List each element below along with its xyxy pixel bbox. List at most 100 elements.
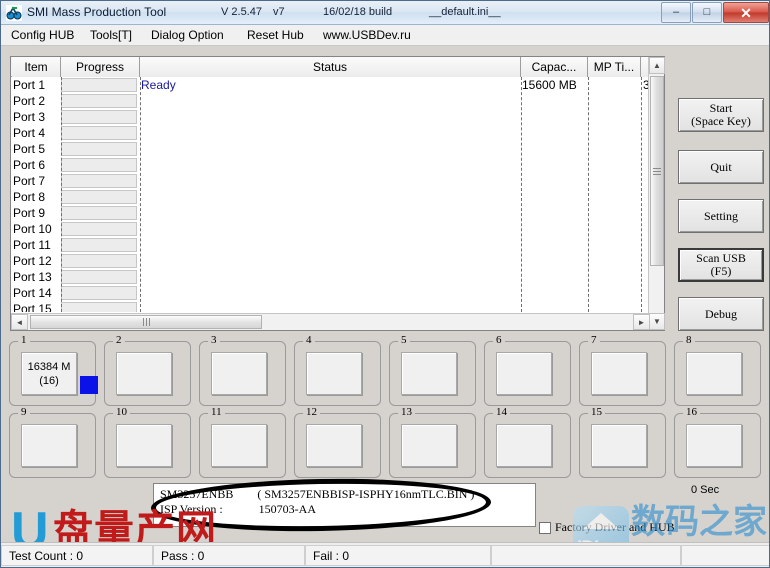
port-slot-4[interactable]: 4 bbox=[294, 341, 381, 406]
factory-driver-checkbox-row[interactable]: Factory Driver and HUB bbox=[539, 520, 675, 535]
close-button[interactable]: ✕ bbox=[723, 2, 769, 23]
cell-item: Port 1 bbox=[13, 77, 59, 93]
table-row[interactable]: Port 14 bbox=[11, 285, 650, 301]
table-row[interactable]: Port 11 bbox=[11, 237, 650, 253]
menu-item-config-hub[interactable]: Config HUB bbox=[9, 28, 76, 42]
minimize-button[interactable]: – bbox=[661, 2, 691, 23]
scroll-right-button[interactable]: ► bbox=[633, 314, 650, 330]
button-label-line2: (F5) bbox=[711, 265, 732, 278]
port-slot-panel bbox=[401, 352, 457, 395]
menu-item-reset-hub[interactable]: Reset Hub bbox=[245, 28, 306, 42]
minimize-icon: – bbox=[662, 3, 690, 22]
cell-progress-bar bbox=[61, 94, 137, 108]
table-row[interactable]: Port 3 bbox=[11, 109, 650, 125]
cell-capacity bbox=[522, 189, 584, 205]
port-slot-8[interactable]: 8 bbox=[674, 341, 761, 406]
port-count-line: (16) bbox=[39, 374, 59, 388]
vertical-scrollbar[interactable]: ▲ ▼ bbox=[648, 57, 664, 330]
port-slot-label: 6 bbox=[493, 334, 505, 346]
cell-capacity bbox=[522, 157, 584, 173]
cell-progress-bar bbox=[61, 126, 137, 140]
cell-capacity bbox=[522, 269, 584, 285]
table-row[interactable]: Port 12 bbox=[11, 253, 650, 269]
port-slot-1[interactable]: 116384 M(16) bbox=[9, 341, 96, 406]
port-slot-panel bbox=[306, 352, 362, 395]
debug-button[interactable]: Debug bbox=[678, 297, 764, 331]
table-row[interactable]: Port 1Ready15600 MB32 bbox=[11, 77, 650, 93]
port-slot-12[interactable]: 12 bbox=[294, 413, 381, 478]
status-panel-1: Pass : 0 bbox=[153, 545, 305, 566]
port-slot-label: 4 bbox=[303, 334, 315, 346]
table-row[interactable]: Port 9 bbox=[11, 205, 650, 221]
port-slot-16[interactable]: 16 bbox=[674, 413, 761, 478]
grip-icon bbox=[143, 318, 150, 326]
column-header-item[interactable]: Item bbox=[12, 57, 61, 77]
table-row[interactable]: Port 4 bbox=[11, 125, 650, 141]
port-slot-label: 3 bbox=[208, 334, 220, 346]
table-row[interactable]: Port 13 bbox=[11, 269, 650, 285]
cell-progress-bar bbox=[61, 222, 137, 236]
factory-driver-checkbox[interactable] bbox=[539, 522, 551, 534]
table-row[interactable]: Port 6 bbox=[11, 157, 650, 173]
chevron-up-icon: ▲ bbox=[653, 61, 661, 70]
cell-item: Port 11 bbox=[13, 237, 59, 253]
table-row[interactable]: Port 2 bbox=[11, 93, 650, 109]
scroll-left-button[interactable]: ◄ bbox=[11, 314, 28, 330]
table-row[interactable]: Port 5 bbox=[11, 141, 650, 157]
setting-button[interactable]: Setting bbox=[678, 199, 764, 233]
port-slot-10[interactable]: 10 bbox=[104, 413, 191, 478]
horizontal-scroll-thumb[interactable] bbox=[30, 315, 262, 329]
button-label-line1: Quit bbox=[710, 161, 731, 174]
port-slot-15[interactable]: 15 bbox=[579, 413, 666, 478]
port-slot-7[interactable]: 7 bbox=[579, 341, 666, 406]
window-title: SMI Mass Production Tool bbox=[27, 5, 166, 19]
status-panel-2: Fail : 0 bbox=[305, 545, 491, 566]
cell-progress-bar bbox=[61, 270, 137, 284]
cell-mp-time bbox=[589, 221, 641, 237]
table-row[interactable]: Port 8 bbox=[11, 189, 650, 205]
horizontal-scrollbar[interactable]: ◄ ► bbox=[11, 313, 650, 330]
port-slot-6[interactable]: 6 bbox=[484, 341, 571, 406]
cell-capacity bbox=[522, 93, 584, 109]
port-slot-13[interactable]: 13 bbox=[389, 413, 476, 478]
scroll-up-button[interactable]: ▲ bbox=[649, 57, 665, 74]
menu-item-dialog-option[interactable]: Dialog Option bbox=[149, 28, 226, 42]
quit-button[interactable]: Quit bbox=[678, 150, 764, 184]
app-icon bbox=[6, 5, 22, 21]
vertical-scroll-thumb[interactable] bbox=[650, 76, 664, 266]
port-slot-panel bbox=[306, 424, 362, 467]
maximize-button[interactable]: □ bbox=[692, 2, 722, 23]
table-row[interactable]: Port 15 bbox=[11, 301, 650, 312]
table-row[interactable]: Port 7 bbox=[11, 173, 650, 189]
cell-mp-time bbox=[589, 205, 641, 221]
cell-progress-bar bbox=[61, 286, 137, 300]
port-slot-14[interactable]: 14 bbox=[484, 413, 571, 478]
port-slot-panel bbox=[116, 352, 172, 395]
start-button[interactable]: Start(Space Key) bbox=[678, 98, 764, 132]
port-slot-3[interactable]: 3 bbox=[199, 341, 286, 406]
factory-driver-label: Factory Driver and HUB bbox=[555, 520, 675, 535]
port-slot-label: 8 bbox=[683, 334, 695, 346]
port-slot-11[interactable]: 11 bbox=[199, 413, 286, 478]
port-slot-2[interactable]: 2 bbox=[104, 341, 191, 406]
column-separator bbox=[521, 77, 522, 312]
menu-item-www-usbdev-ru[interactable]: www.USBDev.ru bbox=[321, 28, 413, 42]
menu-item-tools-t[interactable]: Tools[T] bbox=[88, 28, 134, 42]
table-row[interactable]: Port 10 bbox=[11, 221, 650, 237]
port-slot-label: 7 bbox=[588, 334, 600, 346]
cell-capacity bbox=[522, 141, 584, 157]
column-header-status[interactable]: Status bbox=[140, 57, 521, 77]
list-header: ItemProgressStatusCapac...MP Ti... bbox=[11, 57, 664, 77]
column-header-mpti[interactable]: MP Ti... bbox=[588, 57, 641, 77]
cell-progress-bar bbox=[61, 302, 137, 312]
column-header-progress[interactable]: Progress bbox=[61, 57, 140, 77]
port-slot-5[interactable]: 5 bbox=[389, 341, 476, 406]
port-slot-label: 12 bbox=[303, 406, 320, 418]
scan-usb-button[interactable]: Scan USB(F5) bbox=[678, 248, 764, 282]
cell-progress-bar bbox=[61, 78, 137, 92]
scroll-down-button[interactable]: ▼ bbox=[649, 313, 665, 330]
port-slot-9[interactable]: 9 bbox=[9, 413, 96, 478]
elapsed-seconds-label: 0 Sec bbox=[691, 484, 719, 496]
port-status-led bbox=[80, 376, 98, 394]
column-header-capac[interactable]: Capac... bbox=[521, 57, 588, 77]
